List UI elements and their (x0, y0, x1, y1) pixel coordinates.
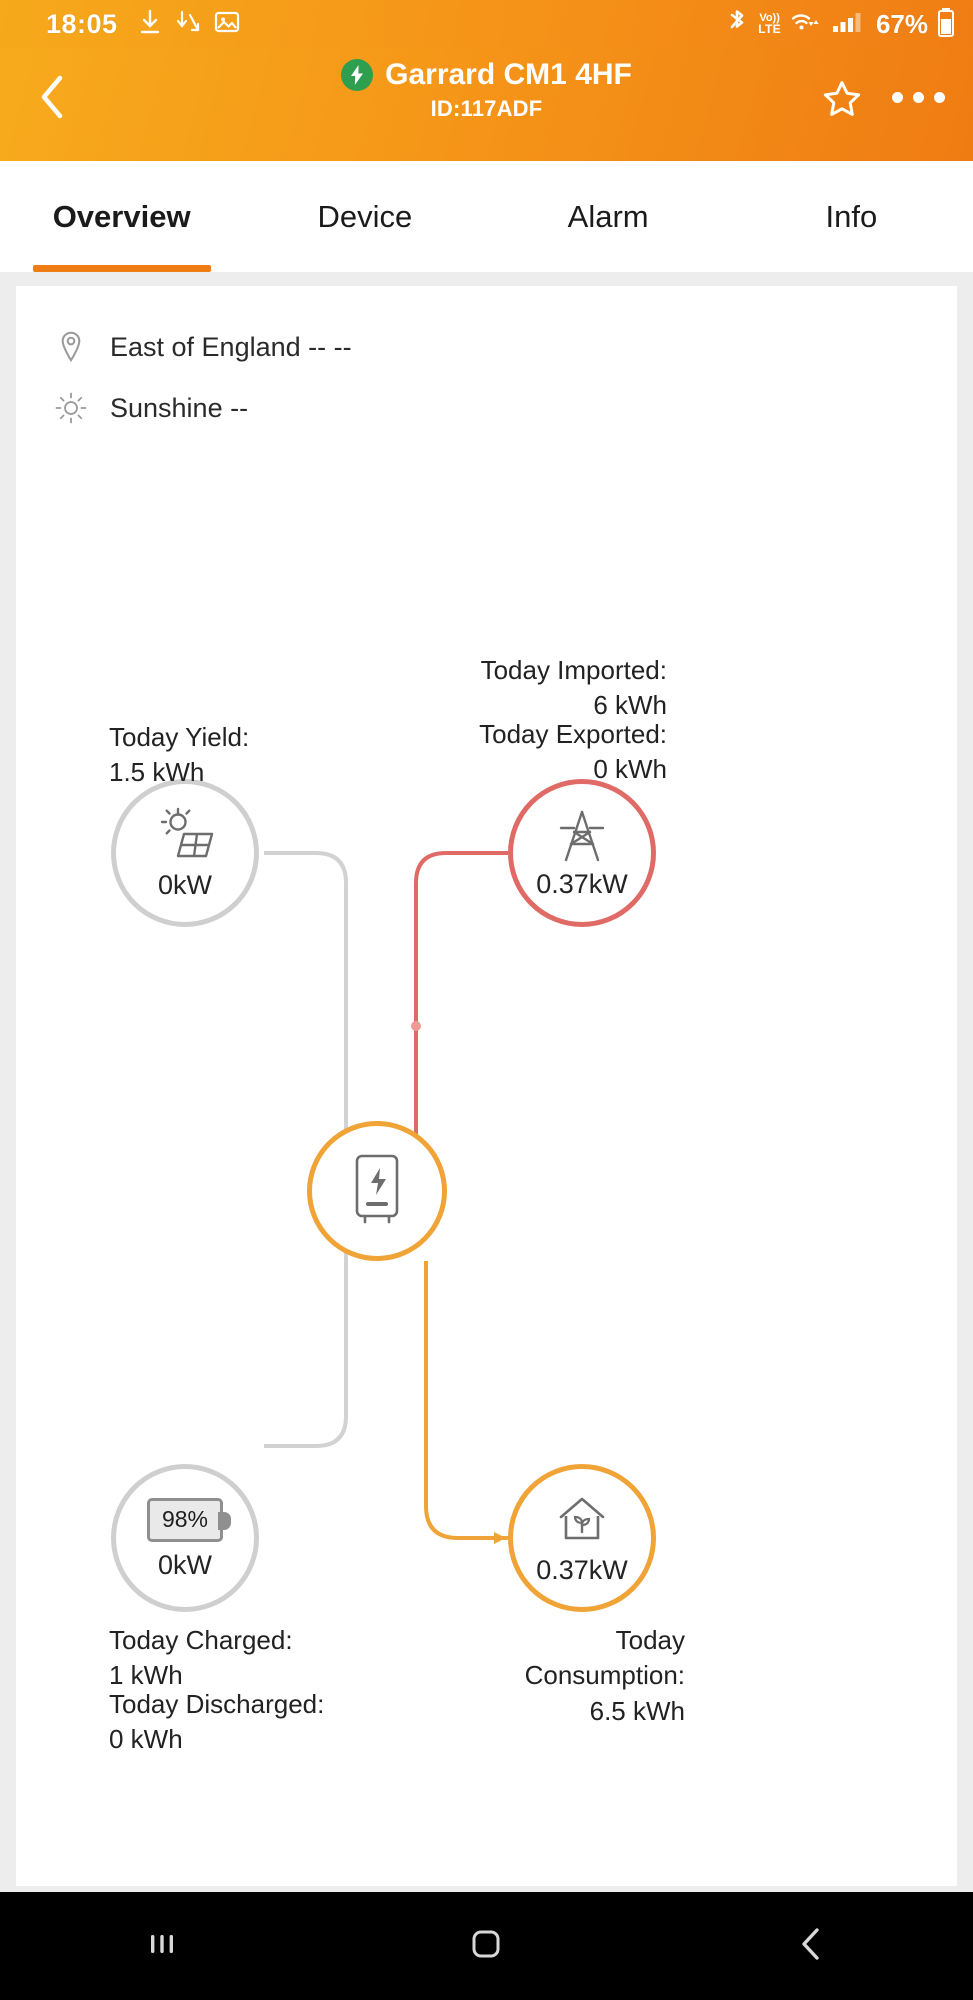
volte-line-2: LTE (758, 21, 781, 36)
battery-power-value: 0kW (158, 1549, 212, 1580)
status-bar-clock: 18:05 (46, 8, 118, 39)
today-consumption-label: Today Consumption: 6.5 kWh (524, 1625, 685, 1726)
today-imported-label: Today Imported: 6 kWh (480, 655, 667, 721)
download-arrow-icon (176, 9, 200, 40)
today-discharged-label: Today Discharged: 0 kWh (109, 1689, 325, 1755)
android-status-bar: 18:05 Vo)) LTE 67% (0, 0, 973, 48)
pv-power-value: 0kW (158, 870, 212, 900)
node-home[interactable]: 0.37kW (508, 1464, 656, 1612)
device-id-label: ID:117ADF (430, 95, 543, 121)
app-title-row: Garrard CM1 4HF (120, 56, 853, 94)
nav-back-button[interactable] (741, 1926, 881, 1967)
tab-active-indicator (32, 265, 211, 272)
tab-alarm[interactable]: Alarm (487, 161, 730, 272)
node-inverter[interactable] (307, 1121, 447, 1261)
app-title-block: Garrard CM1 4HF ID:117ADF (120, 56, 853, 122)
home-square-icon (469, 1927, 503, 1966)
today-yield-label: Today Yield: 1.5 kWh (109, 722, 250, 788)
star-outline-icon (821, 81, 863, 124)
favorite-button[interactable] (821, 78, 863, 125)
today-charged-label: Today Charged: 1 kWh (109, 1625, 293, 1691)
node-grid[interactable]: 0.37kW (508, 779, 656, 927)
tab-overview-label: Overview (52, 198, 191, 234)
flow-arrow-home (494, 1532, 506, 1544)
tab-alarm-label: Alarm (567, 198, 649, 234)
tab-device-label: Device (317, 198, 413, 234)
overflow-menu-icon (892, 92, 903, 103)
overflow-menu-icon (913, 92, 924, 103)
app-title-bar: Garrard CM1 4HF ID:117ADF (0, 48, 973, 161)
recents-button[interactable] (92, 1927, 232, 1966)
back-chevron-icon (36, 73, 70, 126)
grid-power-value: 0.37kW (536, 869, 628, 899)
status-bar-notification-icons (138, 9, 240, 40)
battery-icon (937, 7, 955, 42)
energy-flow-diagram: 0kW 0.37kW 98% 0kW 0.37kW Today Yield: 1… (16, 286, 957, 1886)
flow-dot-grid (411, 1021, 421, 1031)
pylon-icon (553, 808, 611, 869)
battery-soc-value: 98% (161, 1506, 209, 1532)
node-pv[interactable]: 0kW (111, 779, 259, 927)
line-inverter-to-home (424, 1261, 508, 1540)
overview-card: East of England -- -- Sunshine -- 0kW 0.… (16, 286, 957, 1886)
volte-icon: Vo)) LTE (758, 12, 781, 36)
image-icon (214, 9, 240, 40)
back-chevron-icon (796, 1926, 826, 1967)
tab-device[interactable]: Device (243, 161, 486, 272)
line-grid-to-inverter (414, 851, 508, 1191)
page-title: Garrard CM1 4HF (385, 58, 632, 91)
back-button[interactable] (30, 75, 76, 122)
signal-icon (831, 8, 863, 41)
home-icon (553, 1492, 611, 1555)
node-battery[interactable]: 98% 0kW (111, 1464, 259, 1612)
solar-panel-icon (153, 807, 217, 870)
tab-overview[interactable]: Overview (0, 161, 243, 272)
battery-level-icon: 98% (147, 1497, 231, 1542)
overflow-menu-button[interactable] (892, 92, 945, 103)
status-bar-system-icons: Vo)) LTE 67% (725, 7, 955, 42)
wifi-icon (790, 8, 822, 41)
download-icon (138, 9, 162, 40)
android-nav-bar (0, 1892, 973, 2000)
inverter-icon (346, 1150, 408, 1233)
overflow-menu-icon (934, 92, 945, 103)
battery-percent-label: 67% (875, 8, 928, 39)
recents-icon (145, 1927, 179, 1966)
today-exported-label: Today Exported: 0 kWh (479, 719, 667, 785)
tab-info[interactable]: Info (730, 161, 973, 272)
bluetooth-icon (725, 8, 749, 41)
tab-info-label: Info (825, 198, 878, 234)
home-power-value: 0.37kW (536, 1555, 628, 1585)
home-button[interactable] (416, 1927, 556, 1966)
page-body: East of England -- -- Sunshine -- 0kW 0.… (0, 272, 973, 1892)
tab-bar: Overview Device Alarm Info (0, 161, 973, 272)
lightning-bolt-icon (341, 58, 374, 91)
